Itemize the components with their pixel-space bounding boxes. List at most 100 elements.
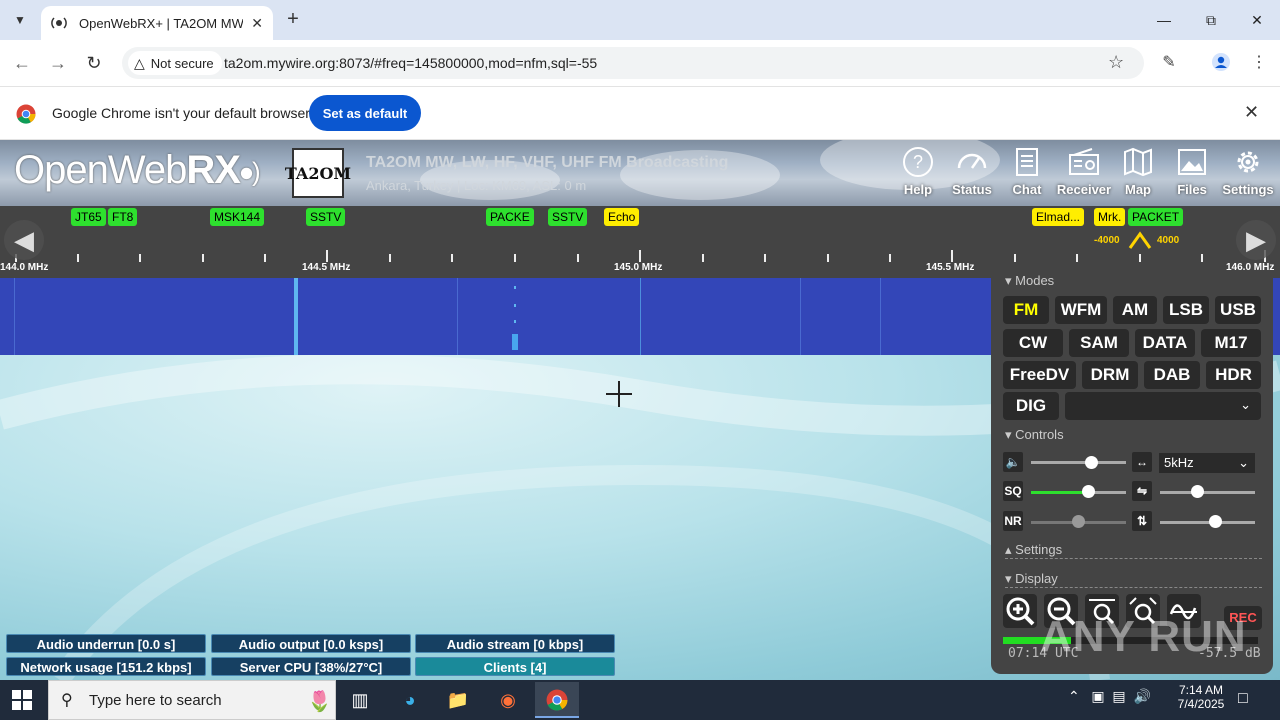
- bandwidth-select[interactable]: 5kHz ⌄: [1159, 453, 1255, 473]
- mode-wfm-button[interactable]: WFM: [1055, 296, 1107, 324]
- digital-mode-select[interactable]: ⌄: [1065, 392, 1261, 420]
- menu-kebab-icon[interactable]: ⋮: [1248, 52, 1270, 74]
- mode-dab-button[interactable]: DAB: [1144, 361, 1200, 389]
- help-button[interactable]: ? Help: [888, 146, 948, 202]
- openwebrx-logo[interactable]: OpenWebRX⦁): [14, 148, 261, 193]
- mode-sam-button[interactable]: SAM: [1069, 329, 1129, 357]
- audio-output-status: Audio output [0.0 ksps]: [211, 634, 411, 653]
- files-button[interactable]: Files: [1162, 146, 1222, 202]
- network-icon[interactable]: ▤: [1112, 688, 1125, 704]
- reload-icon[interactable]: ↻: [82, 51, 106, 75]
- status-button[interactable]: Status: [942, 146, 1002, 202]
- mode-hdr-button[interactable]: HDR: [1206, 361, 1261, 389]
- chevron-up-icon[interactable]: ⌃: [1068, 688, 1080, 704]
- document-icon: [1016, 148, 1038, 176]
- bookmark-sstv[interactable]: SSTV: [306, 208, 346, 226]
- back-icon[interactable]: ←: [10, 51, 34, 75]
- section-divider: [1005, 587, 1262, 588]
- chevron-down-icon: ⌄: [1240, 397, 1251, 412]
- gear-icon: [1237, 151, 1259, 173]
- bookmark-echo[interactable]: Echo: [604, 208, 640, 226]
- chat-button[interactable]: Chat: [997, 146, 1057, 202]
- bookmark-mrk[interactable]: Mrk.: [1094, 208, 1126, 226]
- settings-button[interactable]: Settings: [1218, 146, 1278, 202]
- forward-icon[interactable]: →: [46, 51, 70, 75]
- bookmark-ft8[interactable]: FT8: [108, 208, 138, 226]
- mode-fm-button[interactable]: FM: [1003, 296, 1049, 324]
- bookmark-elmadag[interactable]: Elmad...: [1032, 208, 1085, 226]
- volume-slider-knob[interactable]: [1085, 456, 1098, 469]
- notification-icon[interactable]: □: [1238, 690, 1248, 708]
- mode-m17-button[interactable]: M17: [1201, 329, 1261, 357]
- close-window-button[interactable]: ✕: [1242, 8, 1272, 32]
- taskbar-clock[interactable]: 7:14 AM 7/4/2025: [1174, 683, 1228, 711]
- tab-close-icon[interactable]: ✕: [251, 15, 263, 32]
- squelch-slider-knob[interactable]: [1082, 485, 1095, 498]
- security-chip[interactable]: △ Not secure: [128, 51, 222, 75]
- taskbar-search[interactable]: ⚲ Type here to search 🌷: [48, 680, 336, 720]
- mode-lsb-button[interactable]: LSB: [1163, 296, 1209, 324]
- minimize-button[interactable]: —: [1149, 8, 1179, 32]
- mode-freedv-button[interactable]: FreeDV: [1003, 361, 1076, 389]
- extensions-icon[interactable]: ✎: [1158, 52, 1180, 74]
- gauge-icon: [957, 153, 987, 169]
- bookmark-star-icon[interactable]: ☆: [1108, 52, 1124, 73]
- squelch-icon[interactable]: SQ: [1003, 481, 1023, 501]
- mode-dig-button[interactable]: DIG: [1003, 392, 1059, 420]
- bookmark-msk144[interactable]: MSK144: [210, 208, 265, 226]
- task-view-icon[interactable]: ▥: [338, 682, 382, 718]
- chrome-taskbar-icon[interactable]: [535, 682, 579, 718]
- modes-section-header[interactable]: ▾ Modes: [1005, 273, 1054, 289]
- level-slider[interactable]: [1160, 521, 1255, 524]
- scroll-left-icon[interactable]: ◀: [4, 220, 44, 260]
- controls-section-header[interactable]: ▾ Controls: [1005, 427, 1064, 443]
- volume-slider[interactable]: [1031, 461, 1126, 464]
- firefox-icon[interactable]: ◉: [486, 682, 530, 718]
- receiver-button[interactable]: Receiver: [1054, 146, 1114, 202]
- volume-icon[interactable]: 🔊: [1133, 688, 1150, 704]
- section-divider: [1005, 558, 1262, 559]
- level-slider-knob[interactable]: [1209, 515, 1222, 528]
- agc-icon[interactable]: ⇋: [1132, 481, 1152, 501]
- receiver-avatar[interactable]: TA2OM: [285, 148, 351, 198]
- set-default-button[interactable]: Set as default: [309, 95, 421, 131]
- filter-high-label: 4000: [1157, 235, 1180, 246]
- mode-cw-button[interactable]: CW: [1003, 329, 1063, 357]
- profile-icon[interactable]: [1210, 52, 1232, 74]
- settings-section-header[interactable]: ▴ Settings: [1005, 542, 1062, 558]
- speaker-icon[interactable]: 🔈: [1003, 452, 1023, 472]
- bookmark-jt65[interactable]: JT65: [71, 208, 106, 226]
- noise-reduction-icon[interactable]: NR: [1003, 511, 1023, 531]
- bookmark-packet[interactable]: PACKE: [486, 208, 534, 226]
- collapse-triangle-icon: ▾: [1005, 571, 1012, 586]
- bookmark-sstv-2[interactable]: SSTV: [548, 208, 588, 226]
- freq-label: 144.5 MHz: [302, 262, 351, 273]
- scroll-right-icon[interactable]: ▶: [1236, 220, 1276, 260]
- nr-slider-knob[interactable]: [1072, 515, 1085, 528]
- display-section-header[interactable]: ▾ Display: [1005, 571, 1058, 587]
- url-text[interactable]: ta2om.mywire.org:8073/#freq=145800000,mo…: [224, 55, 597, 71]
- search-icon: ⚲: [61, 692, 73, 709]
- file-explorer-icon[interactable]: 📁: [436, 682, 480, 718]
- bookmark-packet-2[interactable]: PACKET: [1128, 208, 1184, 226]
- infobar-close-icon[interactable]: ✕: [1244, 102, 1259, 123]
- mode-drm-button[interactable]: DRM: [1082, 361, 1138, 389]
- device-icon[interactable]: ▣: [1091, 688, 1104, 704]
- gain-slider-knob[interactable]: [1191, 485, 1204, 498]
- tab-search-button[interactable]: ▼: [8, 8, 32, 32]
- zoom-in-button[interactable]: [1003, 594, 1037, 628]
- browser-tab[interactable]: OpenWebRX+ | TA2OM MW, LV ✕: [41, 6, 273, 40]
- edge-icon[interactable]: ◕: [388, 682, 432, 718]
- expand-triangle-icon: ▴: [1005, 542, 1012, 557]
- map-button[interactable]: Map: [1108, 146, 1168, 202]
- new-tab-button[interactable]: +: [282, 8, 304, 30]
- windows-start-icon[interactable]: [12, 690, 32, 710]
- restore-button[interactable]: ⧉: [1196, 8, 1226, 32]
- squelch-level-icon[interactable]: ⇅: [1132, 511, 1152, 531]
- system-tray[interactable]: ⌃ ▣ ▤ 🔊: [1068, 688, 1151, 705]
- svg-text:?: ?: [913, 152, 923, 172]
- mode-am-button[interactable]: AM: [1113, 296, 1157, 324]
- mode-usb-button[interactable]: USB: [1215, 296, 1261, 324]
- gain-slider[interactable]: [1160, 491, 1255, 494]
- mode-data-button[interactable]: DATA: [1135, 329, 1195, 357]
